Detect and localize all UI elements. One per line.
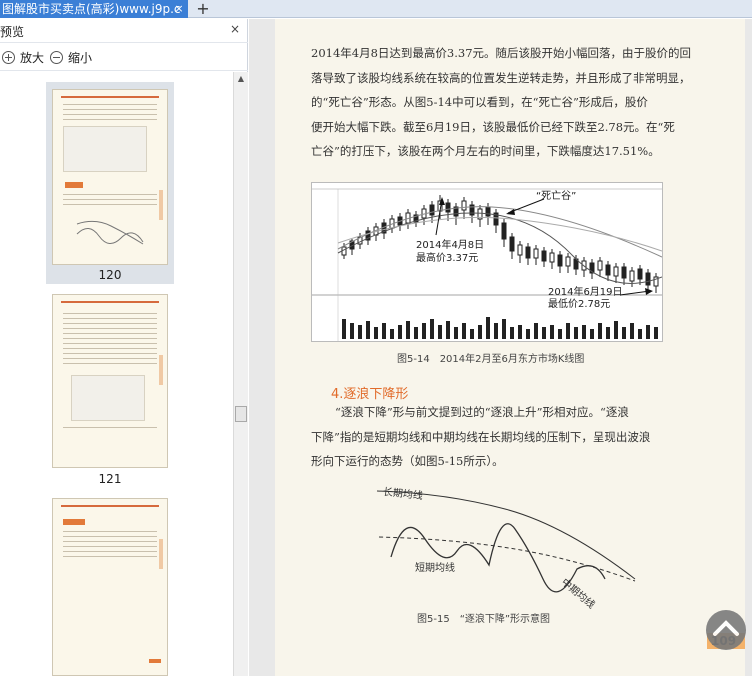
high-date-label: 2014年4月8日 [416,240,485,251]
thumb-text-line [63,204,157,205]
thumb-text-line [63,541,157,542]
panel-title: 预览 [0,25,25,39]
thumb-text-line [63,318,157,319]
thumbnail-page[interactable] [52,498,168,676]
tab-bar: 图解股市买卖点(高彩)www.j9p.c × + [0,0,752,18]
thumb-text-line [63,536,157,537]
text-line: 落导致了该股均线系统在较高的位置发生逆转走势，并且形成了非常明显， [311,70,691,85]
text-line: “逐浪下降”形与前文提到过的“逐浪上升”形相对应。“逐浪 [335,405,629,419]
thumb-text-line [63,313,157,314]
thumb-chart [71,375,145,421]
thumb-text-line [63,358,157,359]
thumb-edge-mark [159,355,163,385]
chevron-up-icon [713,620,739,636]
thumb-text-line [63,114,157,115]
thumb-diagram [76,220,144,245]
thumb-text-line [63,353,157,354]
document-page: 2014年4月8日达到最高价3.37元。随后该股开始小幅回落，由于股价的回 落导… [275,19,745,676]
text-line: 便开始大幅下跌。截至6月19日，该股最低价已经下跌至2.78元。在“死 [311,119,675,134]
thumb-section-tag [63,519,85,525]
thumb-text-line [63,119,157,120]
thumb-text-line [63,556,157,557]
zoom-in-label: 放大 [20,51,45,65]
thumbnail-scrollbar[interactable]: ▲ [233,72,248,676]
thumb-text-line [63,531,157,532]
thumb-header-band [61,301,159,303]
tab-title: 图解股市买卖点(高彩)www.j9p.c [2,2,181,16]
thumb-text-line [63,551,157,552]
back-to-top-button[interactable] [706,610,746,650]
thumb-text-line [63,328,157,329]
paragraph-1: 2014年4月8日达到最高价3.37元。随后该股开始小幅回落，由于股价的回 落导… [311,41,711,164]
thumb-page-tag [149,659,161,663]
new-tab-button[interactable]: + [195,0,211,18]
thumbnail-page-number: 121 [98,472,122,486]
zoom-in-icon [2,51,15,64]
zoom-toolbar: 放大 缩小 [0,45,248,71]
thumb-text-line [63,343,157,344]
panel-header: 预览 × [0,19,248,43]
thumb-text-line [63,427,157,428]
thumb-edge-mark [159,539,163,569]
thumb-section-tag [65,182,83,188]
text-line: 2014年4月8日达到最高价3.37元。随后该股开始小幅回落，由于股价的回 [311,46,692,60]
thumb-chart [63,126,147,172]
kline-chart-figure: “死亡谷” 2014年4月8日 最高价3.37元 2014年6月19日 最低价2… [311,182,663,342]
low-price-label: 最低价2.78元 [548,299,611,310]
kline-chart [312,183,663,341]
low-date-label: 2014年6月19日 [548,287,623,298]
paragraph-2: “逐浪下降”形与前文提到过的“逐浪上升”形相对应。“逐浪 下降”指的是短期均线和… [311,400,711,474]
text-line: 亡谷”的打压下，该股在两个月左右的时间里，下跌幅度达17.51%。 [311,144,660,158]
high-price-label: 最高价3.37元 [416,253,479,264]
low-price-annotation: 2014年6月19日 最低价2.78元 [548,287,623,311]
thumb-text-line [63,109,157,110]
thumbnail-page[interactable] [52,294,168,468]
thumb-text-line [63,333,157,334]
tab-close-button[interactable]: × [172,0,186,18]
thumbnail-page[interactable] [52,89,168,265]
thumb-text-line [63,199,157,200]
thumb-header-band [61,96,159,98]
thumbnail-list: 120 121 [0,72,233,676]
high-price-annotation: 2014年4月8日 最高价3.37元 [416,239,484,265]
text-line: 下降”指的是短期均线和中期均线在长期均线的压制下，呈现出波浪 [311,429,651,444]
document-viewer[interactable]: 2014年4月8日达到最高价3.37元。随后该股开始小幅回落，由于股价的回 落导… [249,19,752,676]
thumbnail-page-number: 120 [98,268,122,282]
preview-panel: 预览 × 放大 缩小 120 121 ▲ [0,19,248,676]
thumb-header-band [61,505,159,507]
thumb-text-line [63,338,157,339]
text-line: 的“死亡谷”形态。从图5-14中可以看到，在“死亡谷”形成后，股价 [311,95,648,109]
panel-close-button[interactable]: × [230,22,240,36]
thumb-text-line [63,348,157,349]
figure-caption: 图5-15 “逐浪下降”形示意图 [417,614,551,625]
zoom-out-label: 缩小 [68,51,93,65]
scroll-thumb[interactable] [235,406,247,422]
thumb-edge-mark [159,190,163,220]
thumb-text-line [63,546,157,547]
figure-caption: 图5-14 2014年2月至6月东方市场K线图 [397,354,585,365]
zoom-in-button[interactable]: 放大 [2,50,44,66]
death-valley-label: “死亡谷” [536,191,577,202]
thumb-text-line [63,323,157,324]
scroll-up-arrow-icon[interactable]: ▲ [234,72,248,86]
thumb-text-line [63,363,157,364]
thumb-text-line [63,194,157,195]
zoom-out-button[interactable]: 缩小 [50,50,92,66]
thumb-text-line [63,104,157,105]
tab-document[interactable]: 图解股市买卖点(高彩)www.j9p.c [0,0,188,18]
text-line: 形向下运行的态势（如图5-15所示）。 [311,454,504,468]
zoom-out-icon [50,51,63,64]
short-ma-label: 短期均线 [415,563,455,574]
